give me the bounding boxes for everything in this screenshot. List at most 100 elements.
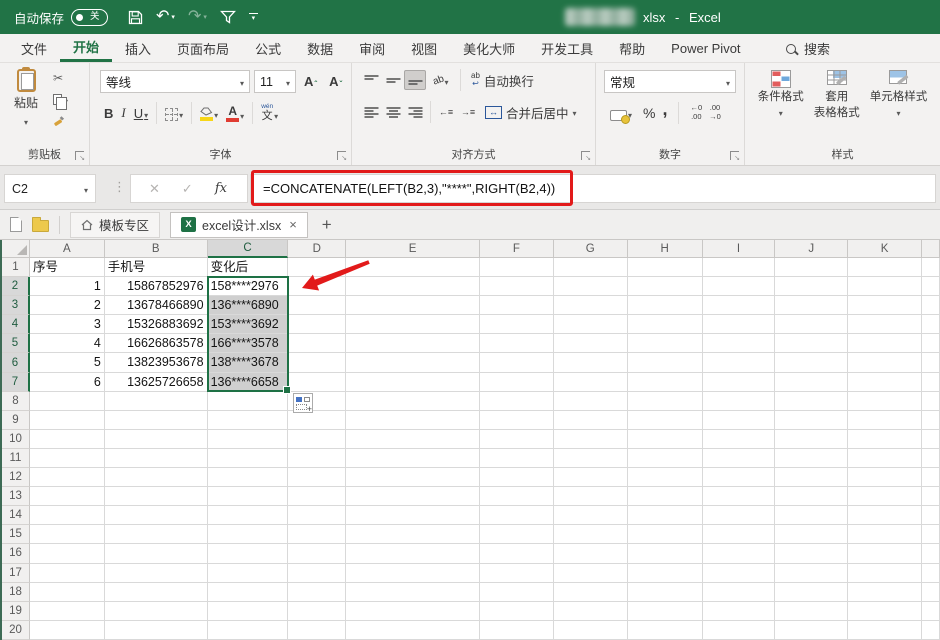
cell-C9[interactable] — [207, 410, 289, 430]
cell-K2[interactable] — [848, 277, 923, 297]
cell-H8[interactable] — [627, 391, 703, 411]
cell-C3[interactable]: 136****6890 — [207, 296, 289, 316]
cell-G13[interactable] — [553, 487, 628, 507]
cell-I15[interactable] — [702, 525, 776, 545]
cell-B13[interactable] — [104, 487, 208, 507]
cell-A2[interactable]: 1 — [29, 277, 105, 297]
format-as-table-button[interactable]: 套用 表格格式 — [814, 70, 860, 121]
cell-x18[interactable] — [922, 582, 940, 602]
cell-K6[interactable] — [848, 353, 923, 373]
row-header-5[interactable]: 5 — [2, 334, 30, 354]
underline-button[interactable]: U — [130, 106, 152, 121]
cell-A6[interactable]: 5 — [29, 353, 105, 373]
borders-dropdown-icon[interactable] — [179, 106, 183, 121]
cell-K20[interactable] — [848, 620, 923, 640]
cell-K14[interactable] — [848, 506, 923, 526]
cell-A5[interactable]: 4 — [29, 334, 105, 354]
column-header-C[interactable]: C — [207, 240, 289, 258]
cell-x12[interactable] — [922, 468, 940, 488]
cell-D16[interactable] — [288, 544, 347, 564]
cell-F2[interactable] — [479, 277, 554, 297]
cell-H1[interactable] — [627, 258, 703, 278]
cell-B2[interactable]: 15867852976 — [104, 277, 208, 297]
cell-E17[interactable] — [346, 563, 480, 583]
cell-K15[interactable] — [848, 525, 923, 545]
cell-F11[interactable] — [479, 448, 554, 469]
save-button[interactable] — [128, 10, 143, 25]
cell-J5[interactable] — [775, 334, 849, 354]
open-folder-icon[interactable] — [32, 217, 49, 232]
cell-A13[interactable] — [29, 487, 105, 507]
cell-I12[interactable] — [702, 468, 776, 488]
cell-G17[interactable] — [553, 563, 628, 583]
row-header-12[interactable]: 12 — [2, 468, 30, 488]
cell-D11[interactable] — [288, 448, 347, 469]
ribbon-tab-视图[interactable]: 视图 — [398, 34, 450, 62]
cell-D20[interactable] — [288, 620, 347, 640]
cell-I17[interactable] — [702, 563, 776, 583]
cell-G20[interactable] — [553, 620, 628, 640]
cell-H15[interactable] — [627, 525, 703, 545]
cell-D1[interactable] — [288, 258, 347, 278]
cell-x11[interactable] — [922, 448, 940, 469]
font-color-button[interactable]: A — [222, 105, 248, 122]
cell-F17[interactable] — [479, 563, 554, 583]
cell-K13[interactable] — [848, 487, 923, 507]
cell-styles-button[interactable]: 单元格样式 — [870, 70, 927, 121]
cell-I20[interactable] — [702, 620, 776, 640]
cell-E18[interactable] — [346, 582, 480, 602]
cell-H17[interactable] — [627, 563, 703, 583]
autosave-control[interactable]: 自动保存 关 — [14, 8, 109, 27]
decrease-indent-button[interactable]: ←≡ — [435, 102, 457, 122]
cell-J14[interactable] — [775, 506, 849, 526]
cell-F5[interactable] — [479, 334, 554, 354]
row-header-10[interactable]: 10 — [2, 429, 30, 449]
cell-G18[interactable] — [553, 582, 628, 602]
cell-H7[interactable] — [627, 372, 703, 392]
cell-C14[interactable] — [207, 506, 289, 526]
cell-E15[interactable] — [346, 525, 480, 545]
cell-G12[interactable] — [553, 468, 628, 488]
undo-dropdown-icon[interactable]: ▾ — [171, 13, 175, 21]
cell-A17[interactable] — [29, 563, 105, 583]
cell-D12[interactable] — [288, 468, 347, 488]
cell-A20[interactable] — [29, 620, 105, 640]
cell-F4[interactable] — [479, 315, 554, 335]
cell-K17[interactable] — [848, 563, 923, 583]
cell-I2[interactable] — [702, 277, 776, 297]
ribbon-tab-数据[interactable]: 数据 — [294, 34, 346, 62]
column-header-K[interactable]: K — [848, 240, 923, 258]
row-header-18[interactable]: 18 — [2, 582, 30, 602]
cell-B9[interactable] — [104, 410, 208, 430]
cell-E8[interactable] — [346, 391, 480, 411]
cell-F1[interactable] — [479, 258, 554, 278]
conditional-formatting-button[interactable]: 条件格式 — [758, 70, 804, 121]
percent-style-button[interactable]: % — [643, 105, 655, 121]
cell-H4[interactable] — [627, 315, 703, 335]
cell-G7[interactable] — [553, 372, 628, 392]
cell-I1[interactable] — [702, 258, 776, 278]
cell-K7[interactable] — [848, 372, 923, 392]
cell-B6[interactable]: 13823953678 — [104, 353, 208, 373]
cell-A3[interactable]: 2 — [29, 296, 105, 316]
cell-I4[interactable] — [702, 315, 776, 335]
cell-E10[interactable] — [346, 429, 480, 449]
cell-x17[interactable] — [922, 563, 940, 583]
column-header-B[interactable]: B — [104, 240, 208, 258]
search-control[interactable]: 搜索 — [786, 34, 830, 63]
cell-C17[interactable] — [207, 563, 289, 583]
row-header-19[interactable]: 19 — [2, 601, 30, 621]
cell-K5[interactable] — [848, 334, 923, 354]
filter-button[interactable] — [219, 10, 236, 25]
cell-A19[interactable] — [29, 601, 105, 621]
row-header-9[interactable]: 9 — [2, 410, 30, 430]
cell-G19[interactable] — [553, 601, 628, 621]
cell-J9[interactable] — [775, 410, 849, 430]
column-header-J[interactable]: J — [775, 240, 849, 258]
cell-F9[interactable] — [479, 410, 554, 430]
clipboard-dialog-launcher[interactable] — [75, 151, 85, 162]
ribbon-tab-帮助[interactable]: 帮助 — [606, 34, 658, 62]
column-header-E[interactable]: E — [346, 240, 480, 258]
formula-input[interactable]: =CONCATENATE(LEFT(B2,3),"****",RIGHT(B2,… — [250, 174, 936, 203]
cell-J11[interactable] — [775, 448, 849, 469]
